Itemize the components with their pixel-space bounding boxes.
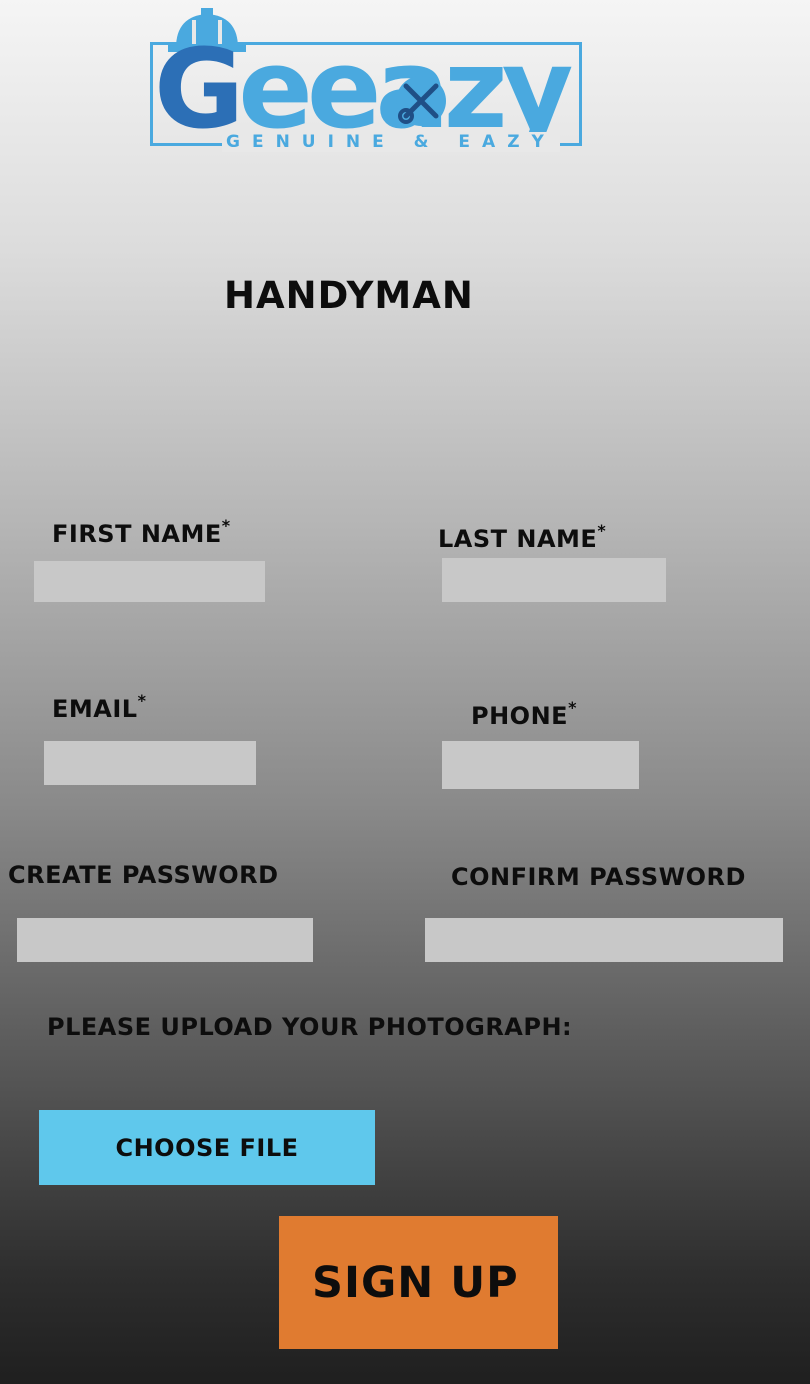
geeazy-logo: Geeazy GENUINE & EAZY [148,4,588,156]
required-mark: * [137,691,147,710]
create-password-input[interactable] [17,918,313,962]
logo-tagline: GENUINE & EAZY [222,132,560,152]
create-password-label: CREATE PASSWORD [8,861,279,889]
upload-photo-prompt: PLEASE UPLOAD YOUR PHOTOGRAPH: [47,1013,573,1041]
email-input[interactable] [44,741,256,785]
first-name-label: FIRST NAME* [52,516,231,548]
phone-label-text: PHONE [471,702,569,730]
required-mark: * [597,521,607,540]
last-name-input[interactable] [442,558,666,602]
page-title: HANDYMAN [224,274,474,317]
email-label: EMAIL* [52,691,146,723]
confirm-password-label: CONFIRM PASSWORD [451,863,746,891]
last-name-label: LAST NAME* [438,521,606,553]
confirm-password-input[interactable] [425,918,783,962]
phone-input[interactable] [442,741,639,789]
choose-file-button[interactable]: CHOOSE FILE [39,1110,375,1185]
wrench-screwdriver-icon [396,76,446,126]
last-name-label-text: LAST NAME [438,525,598,553]
required-mark: * [221,516,231,535]
logo-wordmark: Geeazy [154,34,573,144]
first-name-input[interactable] [34,561,265,602]
first-name-label-text: FIRST NAME [52,520,222,548]
sign-up-button[interactable]: SIGN UP [279,1216,558,1349]
required-mark: * [568,698,577,717]
email-label-text: EMAIL [52,695,138,723]
phone-label: PHONE* [471,698,577,730]
